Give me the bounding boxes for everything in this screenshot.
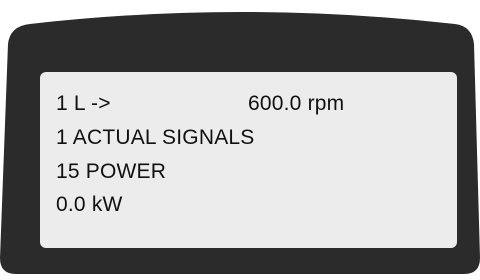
control-panel: 1 L -> 600.0 rpm 1 ACTUAL SIGNALS 15 POW… — [0, 0, 480, 280]
speed-readout: 600.0 rpm — [248, 92, 345, 115]
lcd-screen: 1 L -> 600.0 rpm 1 ACTUAL SIGNALS 15 POW… — [40, 72, 457, 248]
parameter-value: 0.0 kW — [56, 193, 123, 216]
control-location-label: 1 L -> — [56, 92, 111, 115]
parameter-name-label: 15 POWER — [56, 160, 167, 183]
parameter-group-label: 1 ACTUAL SIGNALS — [56, 126, 255, 149]
